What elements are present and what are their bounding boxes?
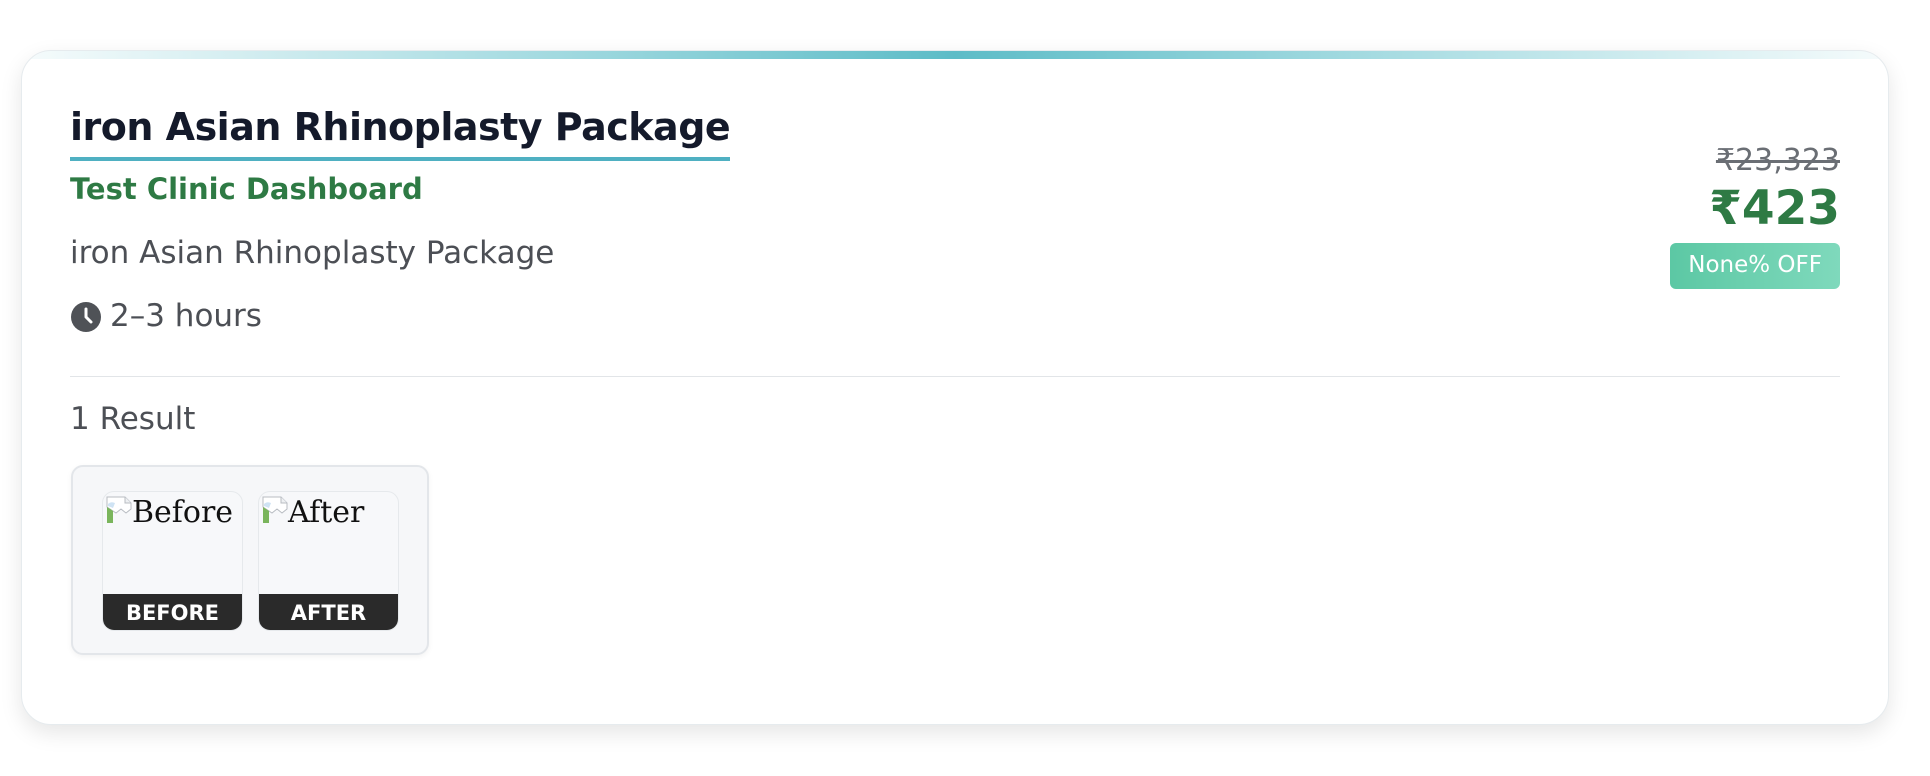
price-block: ₹23,323 ₹423 None% OFF [1670, 143, 1840, 290]
clinic-name[interactable]: Test Clinic Dashboard [70, 172, 423, 207]
top-accent-bar [22, 51, 1888, 59]
clock-icon [71, 301, 101, 332]
results-count: 1 Result [70, 401, 196, 437]
package-description: iron Asian Rhinoplasty Package [70, 235, 555, 271]
duration-text: 2–3 hours [110, 298, 262, 334]
after-alt-text: After [288, 495, 365, 530]
current-price: ₹423 [1709, 181, 1840, 236]
before-broken-image: Before [104, 494, 233, 529]
package-title[interactable]: iron Asian Rhinoplasty Package [70, 105, 731, 161]
after-image[interactable]: After AFTER [258, 491, 399, 631]
result-item[interactable]: Before BEFORE After AFTER [71, 465, 429, 655]
original-price: ₹23,323 [1715, 143, 1840, 178]
after-broken-image: After [260, 494, 364, 529]
discount-badge: None% OFF [1670, 243, 1840, 290]
before-image[interactable]: Before BEFORE [102, 491, 243, 631]
before-label: BEFORE [103, 594, 242, 630]
package-card[interactable]: iron Asian Rhinoplasty Package Test Clin… [21, 50, 1889, 725]
before-alt-text: Before [132, 495, 234, 530]
after-label: AFTER [259, 594, 398, 630]
duration-info: 2–3 hours [70, 298, 262, 335]
section-divider [70, 376, 1840, 377]
